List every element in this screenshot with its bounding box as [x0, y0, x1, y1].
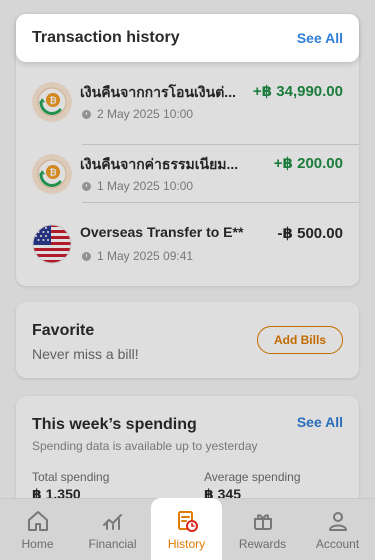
- divider: [82, 202, 359, 203]
- spending-title: This week’s spending: [32, 416, 197, 433]
- favorite-title: Favorite: [32, 322, 95, 339]
- cashback-icon: ₿: [32, 82, 72, 122]
- account-icon: [328, 512, 347, 531]
- home-icon: [27, 511, 48, 531]
- us-flag-icon: [32, 224, 72, 264]
- nav-item-home[interactable]: Home: [0, 499, 75, 560]
- nav-label-financial: Financial: [88, 537, 137, 551]
- history-icon: [177, 511, 198, 532]
- nav-label-home: Home: [21, 537, 54, 551]
- spending-subtitle: Spending data is available up to yesterd…: [32, 439, 258, 453]
- rewards-icon: [253, 514, 272, 530]
- transaction-amount: +฿ 200.00: [273, 155, 343, 172]
- svg-text:₿: ₿: [49, 168, 56, 179]
- transaction-name: เงินคืนจากการโอนเงินต่...: [80, 84, 236, 100]
- transaction-time-text: 1 May 2025 09:41: [97, 249, 194, 263]
- clock-icon: [82, 181, 91, 191]
- cashback-icon: ₿: [32, 154, 72, 194]
- total-spending-label: Total spending: [32, 470, 110, 484]
- clock-icon: [82, 109, 91, 119]
- clock-icon: [82, 251, 91, 261]
- transaction-time: 1 May 2025 09:41: [82, 249, 193, 263]
- transaction-name: Overseas Transfer to E**: [80, 224, 244, 240]
- svg-text:₿: ₿: [49, 96, 56, 107]
- nav-item-rewards[interactable]: Rewards: [225, 499, 300, 560]
- transaction-time: 2 May 2025 10:00: [82, 107, 193, 121]
- spending-see-all-link[interactable]: See All: [297, 414, 343, 430]
- transaction-amount: +฿ 34,990.00: [252, 83, 343, 100]
- nav-item-history[interactable]: History: [151, 498, 222, 560]
- average-spending-label: Average spending: [204, 470, 301, 484]
- transaction-name: เงินคืนจากค่าธรรมเนียม...: [80, 156, 239, 172]
- transaction-row[interactable]: Overseas Transfer to E** -฿ 500.00 1 May…: [16, 212, 359, 282]
- favorite-card: Favorite Never miss a bill! Add Bills: [16, 302, 359, 378]
- financial-icon: [102, 514, 122, 530]
- transaction-time: 1 May 2025 10:00: [82, 179, 193, 193]
- transaction-amount: -฿ 500.00: [277, 225, 343, 242]
- nav-label-rewards: Rewards: [238, 537, 287, 551]
- transaction-time-text: 1 May 2025 10:00: [97, 179, 194, 193]
- transaction-history-header-highlight: Transaction history See All: [16, 14, 359, 62]
- transaction-history-title-highlight: Transaction history: [32, 29, 180, 46]
- transaction-row[interactable]: ₿ เงินคืนจากการโอนเงินต่... +฿ 34,990.00…: [16, 70, 359, 140]
- nav-label-account: Account: [315, 537, 360, 551]
- transaction-time-text: 2 May 2025 10:00: [97, 107, 194, 121]
- nav-item-financial[interactable]: Financial: [75, 499, 150, 560]
- favorite-subtitle: Never miss a bill!: [32, 346, 139, 362]
- nav-item-account[interactable]: Account: [300, 499, 375, 560]
- add-bills-button[interactable]: Add Bills: [257, 326, 343, 354]
- transaction-see-all-link-highlight[interactable]: See All: [297, 30, 343, 46]
- nav-label-history: History: [167, 537, 206, 551]
